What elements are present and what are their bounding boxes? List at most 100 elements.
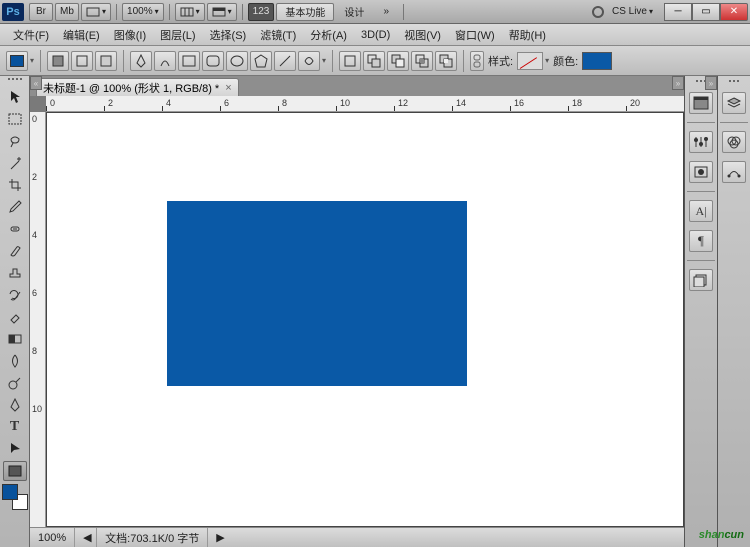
separator bbox=[463, 50, 464, 72]
arrange-docs-button[interactable] bbox=[207, 3, 237, 21]
link-icon[interactable] bbox=[470, 51, 484, 71]
separator bbox=[40, 50, 41, 72]
status-docinfo[interactable]: 文档:703.1K/0 字节 bbox=[97, 528, 208, 547]
move-tool[interactable] bbox=[3, 87, 27, 107]
foreground-color[interactable] bbox=[2, 484, 18, 500]
canvas[interactable] bbox=[46, 112, 684, 527]
ruler-horizontal[interactable]: 02468101214161820 bbox=[46, 96, 684, 112]
shape-layers-mode[interactable] bbox=[47, 51, 69, 71]
collapse-right-2[interactable]: » bbox=[705, 76, 717, 90]
ps-logo: Ps bbox=[2, 3, 24, 21]
path-new[interactable] bbox=[339, 51, 361, 71]
menu-3d[interactable]: 3D(D) bbox=[354, 29, 397, 41]
menu-help[interactable]: 帮助(H) bbox=[502, 27, 553, 43]
workspace-design[interactable]: 设计 bbox=[336, 3, 372, 21]
gradient-tool[interactable] bbox=[3, 329, 27, 349]
lasso-tool[interactable] bbox=[3, 131, 27, 151]
menu-analysis[interactable]: 分析(A) bbox=[303, 27, 354, 43]
panel-separator bbox=[720, 122, 748, 123]
marquee-tool[interactable] bbox=[3, 109, 27, 129]
character-panel-icon[interactable]: A| bbox=[689, 200, 713, 222]
path-exclude[interactable] bbox=[435, 51, 457, 71]
tool-preset[interactable] bbox=[6, 51, 28, 71]
history-brush-tool[interactable] bbox=[3, 285, 27, 305]
status-arrow[interactable]: ▶ bbox=[208, 528, 224, 547]
ellipse-shape[interactable] bbox=[226, 51, 248, 71]
menu-filter[interactable]: 滤镜(T) bbox=[253, 27, 303, 43]
channels-panel-icon[interactable] bbox=[722, 131, 746, 153]
paths-mode[interactable] bbox=[71, 51, 93, 71]
zoom-level[interactable]: 100% bbox=[122, 3, 164, 21]
path-select-tool[interactable] bbox=[3, 439, 27, 459]
color-swatch[interactable] bbox=[582, 52, 612, 70]
document-tab[interactable]: 未标题-1 @ 100% (形状 1, RGB/8) * × bbox=[36, 78, 239, 96]
masks-panel-icon[interactable] bbox=[689, 161, 713, 183]
close-button[interactable]: ✕ bbox=[720, 3, 748, 21]
ruler-vertical[interactable]: 0246810 bbox=[30, 112, 46, 527]
line-shape[interactable] bbox=[274, 51, 296, 71]
maximize-button[interactable]: ▭ bbox=[692, 3, 720, 21]
custom-shape[interactable] bbox=[298, 51, 320, 71]
adjustments-panel-icon[interactable] bbox=[689, 131, 713, 153]
path-subtract-icon bbox=[391, 54, 405, 68]
pen-tool[interactable] bbox=[3, 395, 27, 415]
style-swatch[interactable] bbox=[517, 52, 543, 70]
panel-grip[interactable] bbox=[721, 80, 747, 84]
rounded-rect-shape[interactable] bbox=[202, 51, 224, 71]
stamp-tool[interactable] bbox=[3, 263, 27, 283]
menu-image[interactable]: 图像(I) bbox=[107, 27, 153, 43]
close-tab-icon[interactable]: × bbox=[225, 82, 231, 94]
brush-tool[interactable] bbox=[3, 241, 27, 261]
minibridge-button[interactable]: Mb bbox=[55, 3, 79, 21]
healing-tool[interactable] bbox=[3, 219, 27, 239]
dodge-tool[interactable] bbox=[3, 373, 27, 393]
workspace-num-button[interactable]: 123 bbox=[248, 3, 275, 21]
freeform-pen-opt[interactable] bbox=[154, 51, 176, 71]
path-add[interactable] bbox=[363, 51, 385, 71]
rect-shape[interactable] bbox=[178, 51, 200, 71]
color-label: 颜色: bbox=[553, 53, 578, 69]
fill-pixels-icon bbox=[99, 54, 113, 68]
status-scrub[interactable]: ◀ bbox=[75, 528, 97, 547]
screen-mode-button[interactable] bbox=[81, 3, 111, 21]
rectangle-tool[interactable] bbox=[3, 461, 27, 481]
pen-tool-opt[interactable] bbox=[130, 51, 152, 71]
layers-panel-icon[interactable] bbox=[722, 92, 746, 114]
color-panel-icon[interactable] bbox=[689, 92, 713, 114]
shape-layers-icon bbox=[51, 54, 65, 68]
view-extras-button[interactable] bbox=[175, 3, 205, 21]
workspace-essentials[interactable]: 基本功能 bbox=[276, 3, 334, 21]
minimize-button[interactable]: ─ bbox=[664, 3, 692, 21]
status-zoom[interactable]: 100% bbox=[30, 528, 75, 547]
workspace-more[interactable]: » bbox=[374, 3, 398, 21]
fill-pixels-mode[interactable] bbox=[95, 51, 117, 71]
history-panel-icon[interactable] bbox=[689, 269, 713, 291]
collapse-left[interactable]: « bbox=[30, 76, 42, 90]
menu-file[interactable]: 文件(F) bbox=[6, 27, 56, 43]
type-tool[interactable]: T bbox=[3, 417, 27, 437]
freeform-pen-icon bbox=[159, 54, 171, 68]
crop-tool[interactable] bbox=[3, 175, 27, 195]
menu-edit[interactable]: 编辑(E) bbox=[56, 27, 107, 43]
color-picker[interactable] bbox=[2, 484, 28, 510]
blur-tool[interactable] bbox=[3, 351, 27, 371]
menu-window[interactable]: 窗口(W) bbox=[448, 27, 502, 43]
menu-select[interactable]: 选择(S) bbox=[203, 27, 254, 43]
paths-panel-icon[interactable] bbox=[722, 161, 746, 183]
path-intersect[interactable] bbox=[411, 51, 433, 71]
path-intersect-icon bbox=[415, 54, 429, 68]
collapse-right-1[interactable]: » bbox=[672, 76, 684, 90]
paragraph-panel-icon[interactable]: ¶ bbox=[689, 230, 713, 252]
menu-layer[interactable]: 图层(L) bbox=[153, 27, 202, 43]
bridge-button[interactable]: Br bbox=[29, 3, 53, 21]
eraser-tool[interactable] bbox=[3, 307, 27, 327]
polygon-shape[interactable] bbox=[250, 51, 272, 71]
eyedropper-tool[interactable] bbox=[3, 197, 27, 217]
path-subtract[interactable] bbox=[387, 51, 409, 71]
shape-rectangle[interactable] bbox=[167, 201, 467, 386]
menu-view[interactable]: 视图(V) bbox=[397, 27, 448, 43]
toolbox-grip[interactable] bbox=[5, 78, 25, 84]
wand-tool[interactable] bbox=[3, 153, 27, 173]
cslive-button[interactable]: CS Live bbox=[608, 3, 657, 21]
path-new-icon bbox=[343, 54, 357, 68]
